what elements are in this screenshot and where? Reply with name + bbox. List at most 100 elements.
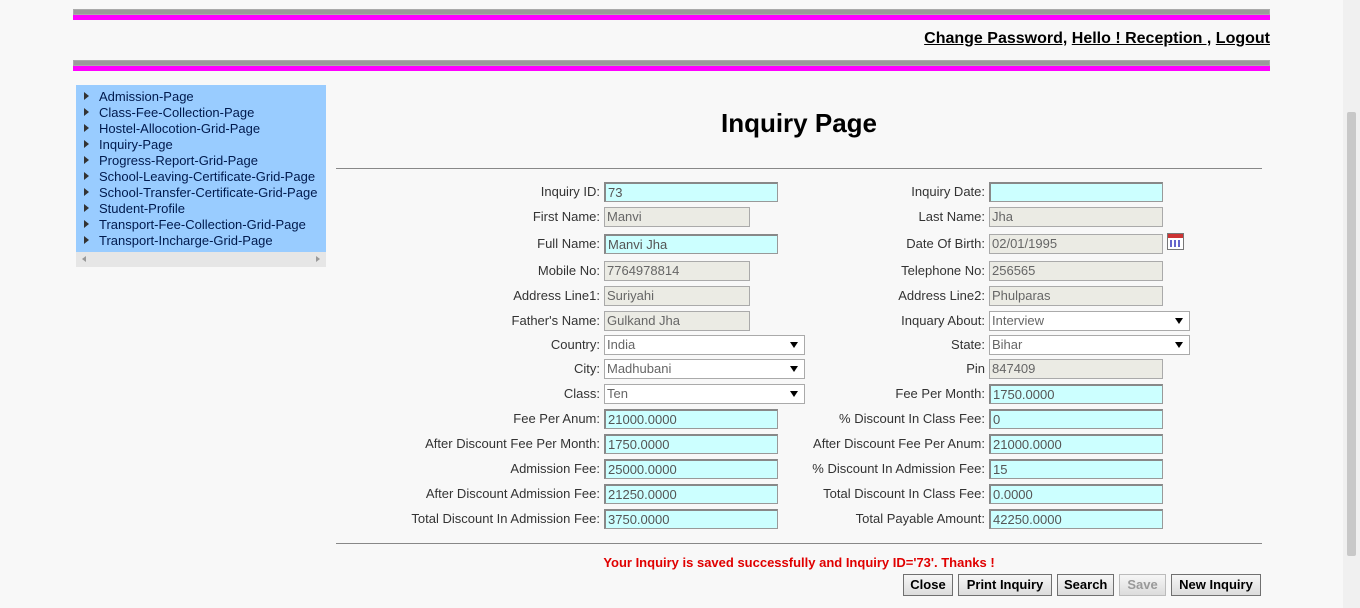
left-text-field[interactable]: Manvi: [604, 207, 750, 227]
right-field-label: Inquary About:: [901, 313, 985, 328]
right-field-label: Total Discount In Class Fee:: [823, 486, 985, 501]
change-password-link[interactable]: Change Password,: [924, 30, 1067, 47]
expand-arrow-icon: [84, 172, 89, 180]
nav-item-progress-report[interactable]: Progress-Report-Grid-Page: [84, 153, 326, 169]
select-value: Bihar: [992, 337, 1023, 352]
expand-arrow-icon: [84, 156, 89, 164]
scroll-left-icon[interactable]: [82, 256, 86, 262]
nav-item-transport-incharge[interactable]: Transport-Incharge-Grid-Page: [84, 233, 326, 249]
expand-arrow-icon: [84, 92, 89, 100]
expand-arrow-icon: [84, 108, 89, 116]
right-select-field[interactable]: Interview: [989, 311, 1190, 331]
new-inquiry-button[interactable]: New Inquiry: [1171, 574, 1261, 596]
left-text-field[interactable]: 21000.0000: [604, 409, 778, 429]
left-text-field[interactable]: 7764978814: [604, 261, 750, 281]
right-text-field[interactable]: Jha: [989, 207, 1163, 227]
left-field-label: Total Discount In Admission Fee:: [411, 511, 600, 526]
left-field-label: Class:: [563, 386, 600, 401]
left-field-label: Country:: [550, 337, 600, 352]
left-field-label: Father's Name:: [511, 313, 600, 328]
left-text-field[interactable]: 3750.0000: [604, 509, 778, 529]
left-field-label: Fee Per Anum:: [513, 411, 600, 426]
header-bottom-bar: [73, 60, 1270, 71]
expand-arrow-icon: [84, 124, 89, 132]
divider-bottom: [336, 543, 1262, 544]
left-field-label: First Name:: [532, 209, 600, 224]
save-button: Save: [1119, 574, 1166, 596]
expand-arrow-icon: [84, 220, 89, 228]
expand-arrow-icon: [84, 188, 89, 196]
scrollbar-thumb[interactable]: [1347, 112, 1356, 556]
dropdown-arrow-icon: [790, 366, 798, 372]
right-text-field[interactable]: 847409: [989, 359, 1163, 379]
left-field-label: Address Line1:: [513, 288, 600, 303]
left-text-field[interactable]: 1750.0000: [604, 434, 778, 454]
right-field-label: % Discount In Admission Fee:: [812, 461, 985, 476]
right-text-field[interactable]: 256565: [989, 261, 1163, 281]
nav-item-student-profile[interactable]: Student-Profile: [84, 201, 326, 217]
calendar-icon[interactable]: [1167, 233, 1184, 250]
success-message: Your Inquiry is saved successfully and I…: [603, 555, 995, 570]
right-text-field[interactable]: [989, 182, 1163, 202]
search-button[interactable]: Search: [1057, 574, 1114, 596]
left-field-label: After Discount Fee Per Month:: [425, 436, 600, 451]
right-field-label: Inquiry Date:: [911, 184, 985, 199]
right-select-field[interactable]: Bihar: [989, 335, 1190, 355]
page-vertical-scrollbar[interactable]: [1343, 0, 1360, 608]
right-text-field[interactable]: 0: [989, 409, 1163, 429]
divider-top: [336, 168, 1262, 169]
nav-item-class-fee-collection[interactable]: Class-Fee-Collection-Page: [84, 105, 326, 121]
right-text-field[interactable]: 02/01/1995: [989, 234, 1163, 254]
nav-item-admission[interactable]: Admission-Page: [84, 89, 326, 105]
left-select-field[interactable]: Ten: [604, 384, 805, 404]
scroll-right-icon[interactable]: [316, 256, 320, 262]
right-field-label: Fee Per Month:: [895, 386, 985, 401]
left-field-label: City:: [574, 361, 600, 376]
sidebar-horizontal-scrollbar[interactable]: [76, 252, 326, 267]
logout-link[interactable]: Logout: [1216, 30, 1270, 47]
right-field-label: Last Name:: [918, 209, 985, 224]
print-inquiry-button[interactable]: Print Inquiry: [958, 574, 1052, 596]
right-field-label: State:: [951, 337, 985, 352]
left-text-field[interactable]: Gulkand Jha: [604, 311, 750, 331]
left-field-label: After Discount Admission Fee:: [425, 486, 600, 501]
left-text-field[interactable]: 21250.0000: [604, 484, 778, 504]
right-text-field[interactable]: Phulparas: [989, 286, 1163, 306]
page-title: Inquiry Page: [720, 108, 878, 138]
left-select-field[interactable]: India: [604, 335, 805, 355]
sidebar-nav: Admission-Page Class-Fee-Collection-Page…: [76, 85, 326, 252]
nav-item-transport-fee-collection[interactable]: Transport-Fee-Collection-Grid-Page: [84, 217, 326, 233]
close-button[interactable]: Close: [903, 574, 953, 596]
right-field-label: % Discount In Class Fee:: [839, 411, 985, 426]
left-field-label: Full Name:: [537, 236, 600, 251]
header-top-bar: [73, 9, 1270, 20]
nav-item-inquiry[interactable]: Inquiry-Page: [84, 137, 326, 153]
right-text-field[interactable]: 42250.0000: [989, 509, 1163, 529]
dropdown-arrow-icon: [790, 342, 798, 348]
left-text-field[interactable]: 73: [604, 182, 778, 202]
left-text-field[interactable]: 25000.0000: [604, 459, 778, 479]
left-field-label: Inquiry ID:: [540, 184, 600, 199]
left-select-field[interactable]: Madhubani: [604, 359, 805, 379]
nav-item-hostel-allocation[interactable]: Hostel-Allocotion-Grid-Page: [84, 121, 326, 137]
select-value: Madhubani: [607, 361, 672, 376]
right-field-label: Telephone No:: [901, 263, 985, 278]
expand-arrow-icon: [84, 204, 89, 212]
left-text-field[interactable]: Manvi Jha: [604, 234, 778, 254]
right-field-label: Address Line2:: [898, 288, 985, 303]
right-text-field[interactable]: 1750.0000: [989, 384, 1163, 404]
dropdown-arrow-icon: [1175, 342, 1183, 348]
right-text-field[interactable]: 15: [989, 459, 1163, 479]
right-text-field[interactable]: 0.0000: [989, 484, 1163, 504]
select-value: Ten: [607, 386, 628, 401]
left-field-label: Mobile No:: [537, 263, 600, 278]
right-field-label: Total Payable Amount:: [855, 511, 985, 526]
nav-item-school-transfer-certificate[interactable]: School-Transfer-Certificate-Grid-Page: [84, 185, 326, 201]
nav-item-school-leaving-certificate[interactable]: School-Leaving-Certificate-Grid-Page: [84, 169, 326, 185]
hello-user-link[interactable]: Hello ! Reception ,: [1072, 30, 1212, 47]
expand-arrow-icon: [84, 236, 89, 244]
left-text-field[interactable]: Suriyahi: [604, 286, 750, 306]
select-value: Interview: [992, 313, 1045, 328]
select-value: India: [607, 337, 636, 352]
right-text-field[interactable]: 21000.0000: [989, 434, 1163, 454]
